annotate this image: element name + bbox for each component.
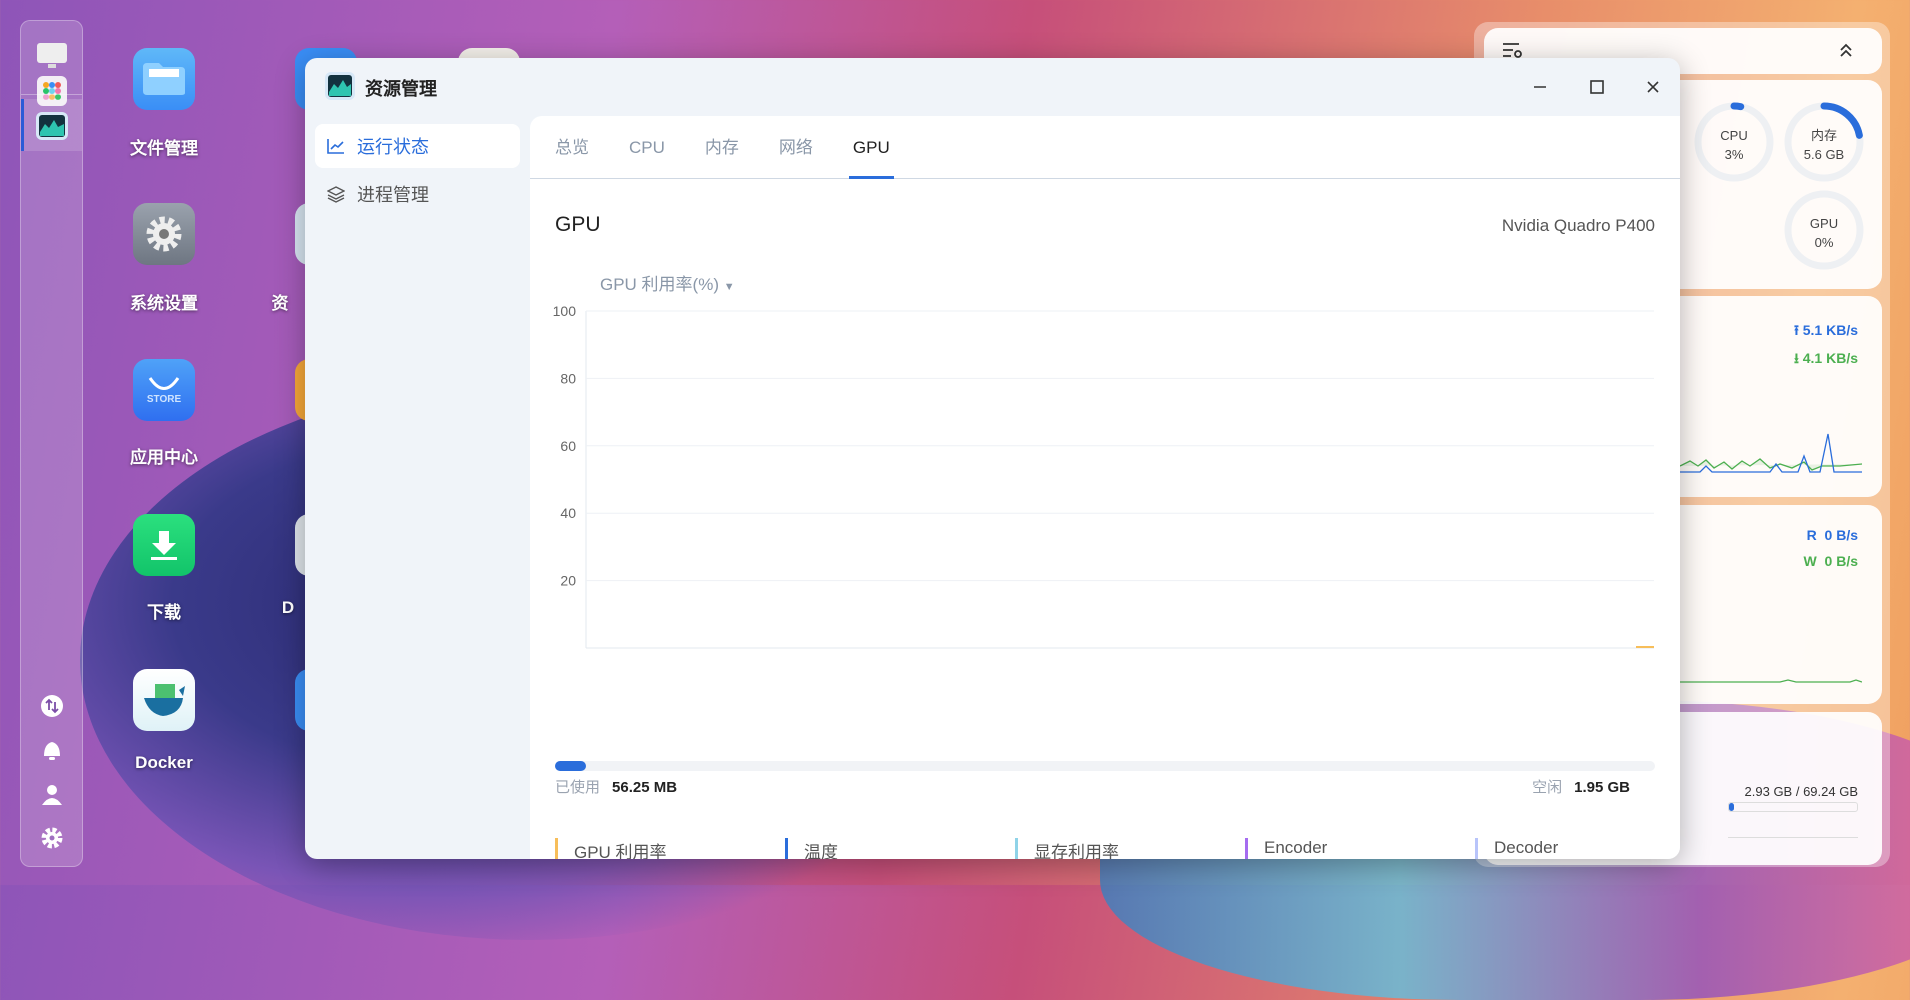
sidebar: 运行状态 进程管理 (315, 124, 520, 220)
divider (1728, 837, 1858, 838)
main-panel: 总览 CPU 内存 网络 GPU GPU Nvidia Quadro P400 … (530, 116, 1680, 859)
memory-used: 已使用 56.25 MB (555, 779, 678, 796)
memory-usage-fill (555, 761, 586, 771)
download-app-icon[interactable] (133, 514, 195, 576)
sidebar-item-status[interactable]: 运行状态 (315, 124, 520, 168)
memory-ring: 内存 5.6 GB (1784, 102, 1864, 182)
app-label: 文件管理 (130, 139, 198, 158)
minimize-button[interactable] (1525, 72, 1555, 102)
disk-read: R 0 B/s (1806, 527, 1858, 543)
gpu-value: 0% (1814, 235, 1834, 250)
maximize-icon (1590, 80, 1604, 94)
y-tick-label: 80 (560, 370, 576, 386)
y-tick-label: 60 (560, 438, 576, 454)
notification-bell-icon[interactable] (35, 733, 69, 767)
y-tick-label: 20 (560, 573, 576, 589)
stat-1: 温度35°C (785, 838, 858, 859)
stat-label: 显存利用率 (1034, 843, 1119, 859)
settings-gear-icon[interactable] (35, 821, 69, 855)
cpu-value: 3% (1724, 147, 1744, 162)
file-manager-app-icon[interactable] (133, 48, 195, 110)
disk-sparkline (1680, 679, 1862, 683)
transfer-icon[interactable] (35, 689, 69, 723)
app-label: 下载 (147, 603, 181, 622)
gpu-label: GPU (1809, 216, 1839, 231)
stat-4: Decoder0% (1475, 838, 1558, 859)
storage-bar (1728, 802, 1858, 812)
disk-write: W 0 B/s (1803, 553, 1858, 569)
docker-app-icon[interactable] (133, 669, 195, 731)
memory-label: 内存 (1810, 128, 1837, 143)
window-title: 资源管理 (365, 79, 437, 99)
resource-monitor-dock-icon[interactable] (35, 109, 69, 143)
memory-value: 5.6 GB (1803, 147, 1845, 162)
memory-usage-bar (555, 761, 1655, 771)
stat-label: Encoder (1264, 838, 1328, 857)
dock-divider (21, 94, 82, 95)
y-tick-label: 40 (560, 505, 576, 521)
app-logo-icon (325, 72, 355, 100)
stat-0: GPU 利用率0% (555, 838, 667, 859)
memory-free: 空闲 1.95 GB (1532, 779, 1630, 796)
maximize-button[interactable] (1582, 72, 1612, 102)
system-settings-app-icon[interactable] (133, 203, 195, 265)
minimize-icon (1534, 86, 1546, 88)
line-chart-icon (327, 139, 344, 154)
stat-3: Encoder0% (1245, 838, 1327, 859)
store-badge: STORE (146, 394, 182, 405)
download-icon: ⭳ (1793, 350, 1803, 366)
resource-manager-window: 资源管理 运行状态 进程管理 总览 CPU 内存 网络 GPU GPU Nvid… (305, 58, 1680, 859)
upload-icon: ⭱ (1793, 322, 1803, 338)
app-label: 应用中心 (130, 448, 198, 467)
upload-value: 5.1 KB/s (1802, 322, 1858, 338)
stat-2: 显存利用率3% (1015, 838, 1119, 859)
desktop-icon[interactable] (35, 39, 69, 73)
sidebar-item-label: 运行状态 (357, 137, 429, 157)
layers-icon (327, 186, 345, 203)
collapse-icon[interactable] (1838, 42, 1854, 58)
stat-label: GPU 利用率 (574, 843, 667, 859)
close-button[interactable] (1638, 72, 1668, 102)
upload-speed: ⭱ 5.1 KB/s (1794, 320, 1858, 344)
user-icon[interactable] (35, 778, 69, 812)
sidebar-item-label: 进程管理 (357, 185, 429, 205)
close-icon (1647, 81, 1659, 93)
stat-label: 温度 (804, 843, 838, 859)
app-center-icon[interactable]: STORE (133, 359, 195, 421)
gpu-ring: GPU 0% (1784, 190, 1864, 270)
download-value: 4.1 KB/s (1802, 350, 1858, 366)
sidebar-item-processes[interactable]: 进程管理 (315, 172, 520, 216)
cpu-label: CPU (1720, 128, 1748, 143)
dock (20, 20, 83, 867)
storage-usage-text: 2.93 GB / 69.24 GB (1744, 784, 1858, 799)
cpu-ring: CPU 3% (1694, 102, 1774, 182)
gpu-usage-chart: 100 80 60 40 20 (553, 303, 1654, 649)
network-sparkline (1680, 433, 1862, 473)
app-label: Docker (135, 753, 193, 772)
stat-label: Decoder (1494, 838, 1559, 857)
download-speed: ⭳ 4.1 KB/s (1794, 348, 1858, 372)
app-label: 系统设置 (130, 294, 198, 313)
y-tick-label: 100 (553, 303, 577, 319)
